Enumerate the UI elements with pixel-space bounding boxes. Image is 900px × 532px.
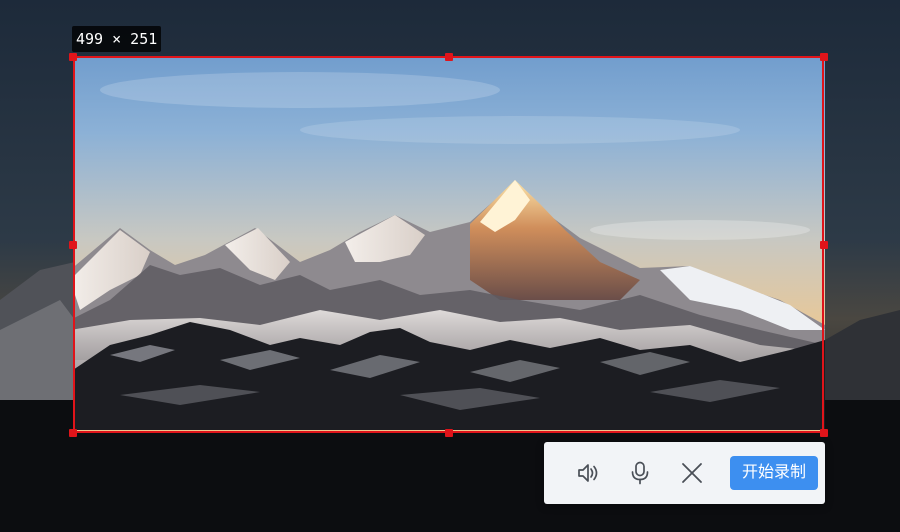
resize-handle-bottom-center[interactable]	[445, 429, 453, 437]
resize-handle-middle-right[interactable]	[820, 241, 828, 249]
screen-recorder-overlay[interactable]: 499 × 251 开始录制	[0, 0, 900, 532]
selection-rectangle[interactable]	[73, 56, 824, 433]
cancel-capture-button[interactable]	[675, 456, 709, 490]
selection-size-label: 499 × 251	[72, 26, 162, 52]
microphone-toggle-button[interactable]	[623, 456, 657, 490]
resize-handle-top-center[interactable]	[445, 53, 453, 61]
recording-toolbar: 开始录制	[544, 442, 825, 504]
resize-handle-top-left[interactable]	[69, 53, 77, 61]
speaker-icon	[578, 464, 598, 482]
microphone-icon	[631, 461, 649, 485]
close-icon	[682, 463, 702, 483]
start-recording-button[interactable]: 开始录制	[730, 456, 818, 490]
resize-handle-middle-left[interactable]	[69, 241, 77, 249]
resize-handle-top-right[interactable]	[820, 53, 828, 61]
resize-handle-bottom-right[interactable]	[820, 429, 828, 437]
resize-handle-bottom-left[interactable]	[69, 429, 77, 437]
speaker-toggle-button[interactable]	[571, 456, 605, 490]
